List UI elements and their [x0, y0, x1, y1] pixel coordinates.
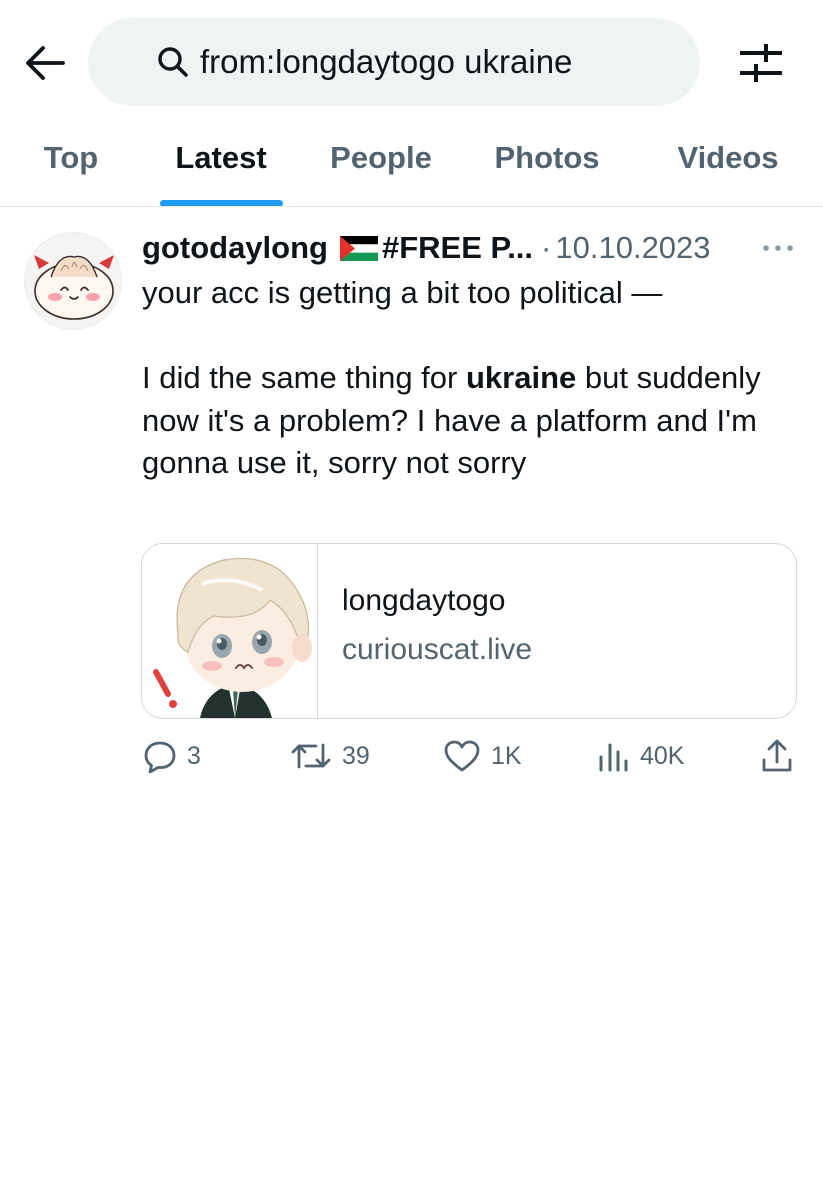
- card-title: longdaytogo: [342, 584, 506, 617]
- tweet-more-button[interactable]: [760, 236, 796, 260]
- link-preview-card[interactable]: longdaytogo curiouscat.live: [141, 543, 797, 719]
- tweet-text-segment: I did the same thing for: [142, 360, 466, 395]
- sliders-icon: [740, 44, 782, 82]
- tab-videos[interactable]: Videos: [664, 120, 792, 206]
- share-button[interactable]: [760, 736, 794, 776]
- search-bar[interactable]: [88, 18, 700, 106]
- search-input[interactable]: [200, 43, 632, 81]
- tweet-text-highlight: ukraine: [465, 360, 577, 395]
- tweet-text-line: your acc is getting a bit too political …: [142, 275, 663, 310]
- share-upload-icon: [762, 739, 792, 772]
- card-thumbnail: [142, 544, 318, 718]
- tweet-header: gotodaylong #FREE P... · 10.10.2023: [142, 226, 802, 270]
- retweet-icon: [291, 743, 331, 769]
- back-button[interactable]: [22, 40, 68, 86]
- arrow-left-icon: [26, 46, 65, 80]
- reply-count: 3: [187, 741, 201, 770]
- top-bar: [0, 0, 823, 120]
- user-display-name[interactable]: gotodaylong: [142, 230, 328, 266]
- search-filter-button[interactable]: [735, 38, 787, 88]
- retweet-button[interactable]: 39: [290, 736, 370, 776]
- bar-chart-icon: [599, 743, 628, 772]
- like-count: 1K: [491, 741, 522, 770]
- retweet-count: 39: [342, 741, 370, 770]
- tweet-text-paragraph: I did the same thing for ukraine but sud…: [142, 357, 792, 485]
- reply-button[interactable]: 3: [143, 736, 201, 776]
- divider: [0, 206, 823, 207]
- tweet-text: your acc is getting a bit too political …: [142, 272, 792, 485]
- speech-bubble-icon: [144, 741, 176, 773]
- dumpling-avatar-image: [34, 255, 114, 320]
- user-display-name-suffix: #FREE P...: [381, 230, 534, 265]
- tab-people[interactable]: People: [318, 120, 444, 206]
- search-tabs: Top Latest People Photos Videos: [0, 120, 823, 206]
- tab-latest[interactable]: Latest: [152, 120, 290, 206]
- card-domain: curiouscat.live: [342, 633, 533, 666]
- palestine-flag-icon: [339, 235, 378, 261]
- like-button[interactable]: 1K: [443, 736, 522, 776]
- avatar[interactable]: [24, 232, 122, 330]
- tab-top[interactable]: Top: [22, 120, 120, 206]
- header-separator: ·: [541, 230, 552, 265]
- chibi-character-image: [153, 557, 312, 718]
- tweet-date[interactable]: 10.10.2023: [555, 230, 710, 266]
- search-icon: [156, 45, 190, 79]
- views-count: 40K: [640, 741, 685, 770]
- views-button[interactable]: 40K: [598, 736, 684, 776]
- heart-icon: [444, 740, 480, 772]
- tab-photos[interactable]: Photos: [482, 120, 612, 206]
- more-horizontal-icon: [763, 245, 793, 251]
